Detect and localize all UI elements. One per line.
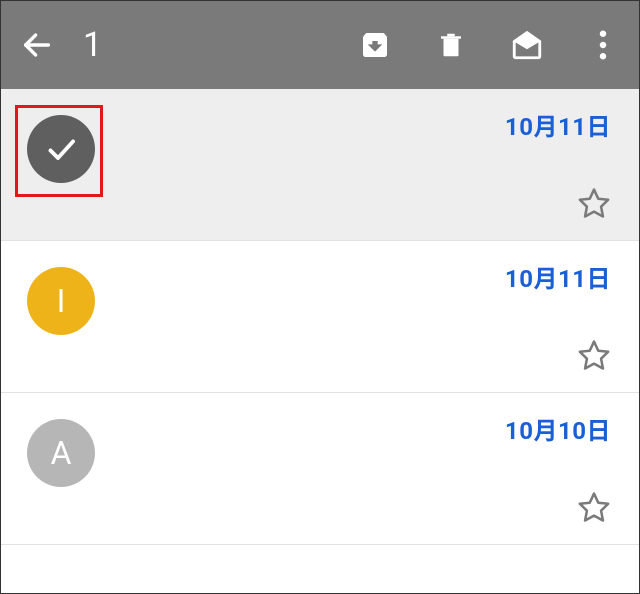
star-toggle[interactable] [577,490,611,524]
archive-button[interactable] [357,27,393,63]
list-item-date: 10月11日 [505,107,611,142]
open-envelope-icon [510,28,544,62]
app-frame: 1 [0,0,640,594]
avatar-letter: I [57,282,66,320]
mark-read-button[interactable] [509,27,545,63]
list-item-meta: 10月10日 [505,411,611,530]
list-item[interactable]: 10月11日 [1,89,639,241]
avatar: I [27,267,95,335]
toolbar-actions [357,27,621,63]
list-item[interactable]: A 10月10日 [1,393,639,545]
selection-toolbar: 1 [1,1,639,89]
overflow-menu-button[interactable] [585,27,621,63]
selection-count: 1 [79,25,357,65]
star-outline-icon [577,186,611,220]
avatar: A [27,419,95,487]
avatar-toggle[interactable]: A [23,415,99,491]
trash-icon [436,28,466,62]
delete-button[interactable] [433,27,469,63]
check-icon [43,131,79,167]
avatar-selected [27,115,95,183]
email-list: 10月11日 I 10月11日 [1,89,639,545]
star-toggle[interactable] [577,186,611,220]
back-button[interactable] [19,27,55,63]
avatar-toggle[interactable]: I [23,263,99,339]
list-item-meta: 10月11日 [505,259,611,378]
list-item-date: 10月11日 [505,259,611,294]
list-item[interactable]: I 10月11日 [1,241,639,393]
archive-icon [359,29,391,61]
avatar-letter: A [51,434,72,472]
avatar-toggle[interactable] [23,111,99,187]
arrow-left-icon [20,28,54,62]
more-vertical-icon [598,30,608,60]
list-item-meta: 10月11日 [505,107,611,226]
star-outline-icon [577,490,611,524]
star-outline-icon [577,338,611,372]
star-toggle[interactable] [577,338,611,372]
list-item-date: 10月10日 [505,411,611,446]
